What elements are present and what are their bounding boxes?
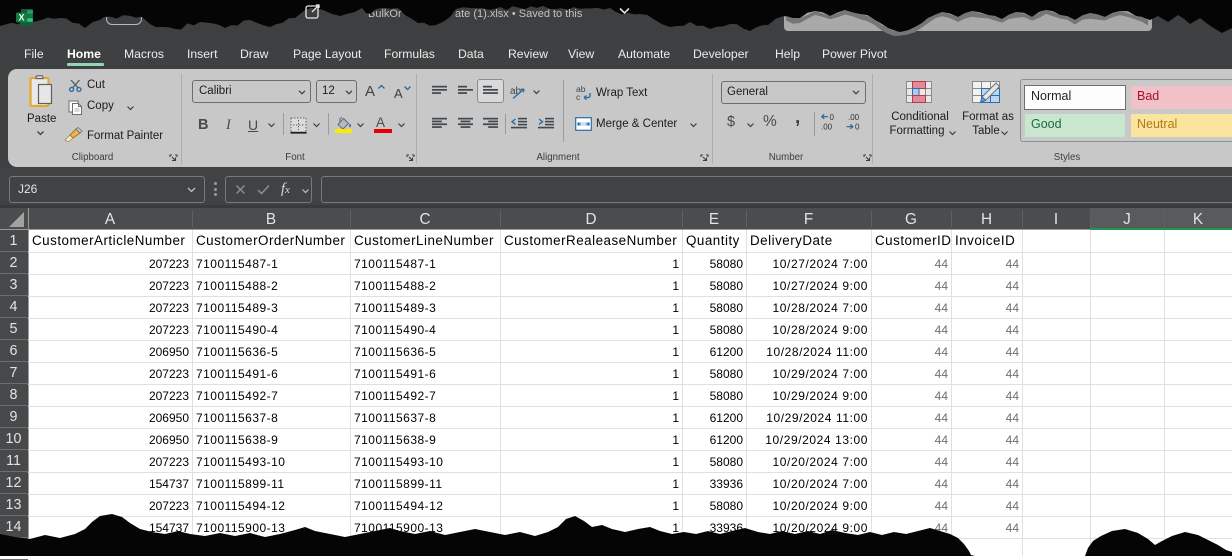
svg-text:X: X bbox=[18, 13, 24, 23]
